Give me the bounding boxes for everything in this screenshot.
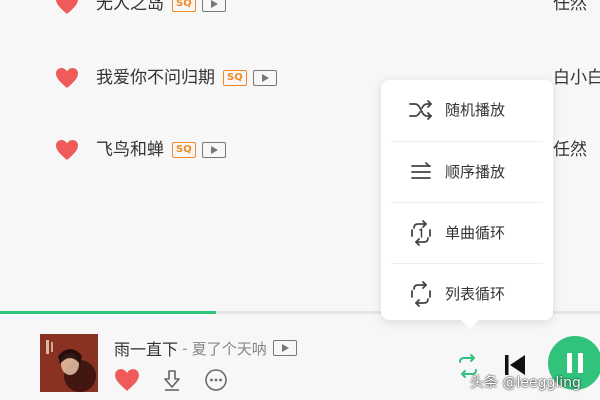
menu-item-shuffle[interactable]: 随机播放 [381, 80, 553, 139]
album-cover[interactable] [40, 334, 98, 392]
menu-item-sequential[interactable]: 顺序播放 [381, 142, 553, 201]
menu-item-repeat-one[interactable]: 单曲循环 [381, 203, 553, 262]
song-title[interactable]: 无人之岛 SQ [96, 0, 226, 24]
repeat-list-icon [408, 280, 434, 307]
song-title[interactable]: 我爱你不问归期 SQ [96, 58, 277, 98]
shuffle-icon [408, 97, 434, 123]
song-title[interactable]: 飞鸟和蝉 SQ [96, 130, 226, 170]
menu-item-label: 列表循环 [445, 285, 506, 303]
mv-icon[interactable] [272, 340, 297, 356]
repeat-one-icon [408, 219, 434, 246]
heart-icon[interactable] [53, 0, 81, 24]
sq-badge: SQ [223, 70, 247, 86]
song-artist[interactable]: 白小白 [553, 58, 600, 98]
menu-item-label: 单曲循环 [445, 224, 506, 242]
song-title-text: 无人之岛 [96, 0, 164, 14]
song-artist[interactable]: 任然 [553, 0, 587, 24]
sequential-icon [408, 159, 434, 185]
sq-badge: SQ [172, 0, 196, 12]
heart-icon[interactable] [53, 58, 81, 98]
play-mode-menu: 随机播放 顺序播放 单曲循环 列表循环 [381, 80, 553, 329]
song-row[interactable]: 无人之岛 SQ 任然 [0, 0, 600, 24]
now-playing-actions [114, 366, 228, 394]
song-title-text: 我爱你不问归期 [96, 68, 215, 88]
menu-item-repeat-list[interactable]: 列表循环 [381, 264, 553, 323]
more-icon[interactable] [204, 368, 228, 392]
watermark: 头条 @leeggling [470, 375, 581, 391]
now-playing-title[interactable]: 雨一直下 [114, 336, 178, 360]
heart-icon[interactable] [53, 130, 81, 170]
now-playing-artist[interactable]: 夏了个天呐 [192, 338, 267, 359]
pause-icon [564, 353, 586, 373]
menu-item-label: 随机播放 [445, 101, 506, 119]
song-title-text: 飞鸟和蝉 [96, 140, 164, 160]
mv-icon[interactable] [252, 70, 277, 86]
now-playing-info: 雨一直下 - 夏了个天呐 [114, 336, 297, 360]
menu-item-label: 顺序播放 [445, 163, 506, 181]
title-separator: - [182, 338, 188, 358]
sq-badge: SQ [172, 142, 196, 158]
song-artist[interactable]: 任然 [553, 130, 587, 170]
mv-icon[interactable] [201, 0, 226, 12]
mv-icon[interactable] [201, 142, 226, 158]
heart-icon[interactable] [114, 368, 140, 392]
download-icon[interactable] [160, 368, 184, 392]
